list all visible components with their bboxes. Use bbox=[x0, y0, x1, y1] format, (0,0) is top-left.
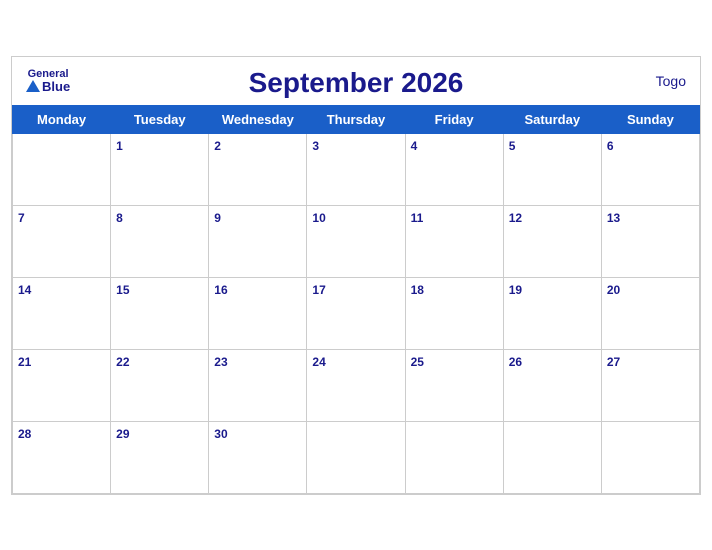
day-number: 20 bbox=[607, 283, 620, 297]
calendar-cell: 21 bbox=[13, 349, 111, 421]
day-number: 7 bbox=[18, 211, 25, 225]
calendar-cell: 13 bbox=[601, 205, 699, 277]
calendar-cell: 28 bbox=[13, 421, 111, 493]
calendar-cell: 7 bbox=[13, 205, 111, 277]
calendar-cell: 3 bbox=[307, 133, 405, 205]
calendar-cell: 26 bbox=[503, 349, 601, 421]
day-number: 22 bbox=[116, 355, 129, 369]
day-number: 12 bbox=[509, 211, 522, 225]
calendar-cell: 29 bbox=[111, 421, 209, 493]
calendar-body: 1234567891011121314151617181920212223242… bbox=[13, 133, 700, 493]
calendar-cell: 15 bbox=[111, 277, 209, 349]
calendar-cell: 14 bbox=[13, 277, 111, 349]
calendar-cell: 12 bbox=[503, 205, 601, 277]
day-number: 11 bbox=[411, 211, 424, 225]
day-number: 16 bbox=[214, 283, 227, 297]
calendar-week-row: 7 8 9 10 11 12 13 bbox=[13, 205, 700, 277]
calendar-cell: 16 bbox=[209, 277, 307, 349]
header-tuesday: Tuesday bbox=[111, 105, 209, 133]
day-headers-row: Monday Tuesday Wednesday Thursday Friday… bbox=[13, 105, 700, 133]
country-label: Togo bbox=[656, 73, 686, 89]
calendar-cell: 10 bbox=[307, 205, 405, 277]
calendar-cell: 17 bbox=[307, 277, 405, 349]
logo-blue-text: Blue bbox=[26, 80, 70, 93]
day-number: 27 bbox=[607, 355, 620, 369]
calendar-cell bbox=[601, 421, 699, 493]
calendar-cell: 30 bbox=[209, 421, 307, 493]
calendar-cell: 20 bbox=[601, 277, 699, 349]
day-number: 6 bbox=[607, 139, 614, 153]
day-number: 10 bbox=[312, 211, 325, 225]
calendar-cell: 24 bbox=[307, 349, 405, 421]
day-number: 29 bbox=[116, 427, 129, 441]
day-number: 23 bbox=[214, 355, 227, 369]
header-sunday: Sunday bbox=[601, 105, 699, 133]
header-wednesday: Wednesday bbox=[209, 105, 307, 133]
header-monday: Monday bbox=[13, 105, 111, 133]
day-number: 9 bbox=[214, 211, 221, 225]
day-number: 8 bbox=[116, 211, 123, 225]
day-number: 4 bbox=[411, 139, 418, 153]
day-number: 13 bbox=[607, 211, 620, 225]
day-number: 19 bbox=[509, 283, 522, 297]
day-number: 14 bbox=[18, 283, 31, 297]
day-number: 24 bbox=[312, 355, 325, 369]
logo-area: General Blue bbox=[26, 69, 70, 93]
logo-triangle-icon bbox=[26, 80, 40, 92]
calendar-cell: 6 bbox=[601, 133, 699, 205]
calendar-cell bbox=[503, 421, 601, 493]
calendar-grid: Monday Tuesday Wednesday Thursday Friday… bbox=[12, 105, 700, 494]
calendar-cell: 11 bbox=[405, 205, 503, 277]
calendar-cell: 8 bbox=[111, 205, 209, 277]
calendar-cell bbox=[13, 133, 111, 205]
calendar-week-row: 28 29 30 bbox=[13, 421, 700, 493]
day-number: 18 bbox=[411, 283, 424, 297]
header-saturday: Saturday bbox=[503, 105, 601, 133]
calendar-cell: 22 bbox=[111, 349, 209, 421]
day-number: 5 bbox=[509, 139, 516, 153]
day-number: 17 bbox=[312, 283, 325, 297]
calendar-cell bbox=[405, 421, 503, 493]
calendar-container: General Blue September 2026 Togo Monday … bbox=[11, 56, 701, 495]
calendar-week-row: 21 22 23 24 25 26 27 bbox=[13, 349, 700, 421]
calendar-cell: 4 bbox=[405, 133, 503, 205]
day-number: 1 bbox=[116, 139, 123, 153]
day-number: 25 bbox=[411, 355, 424, 369]
calendar-cell bbox=[307, 421, 405, 493]
header-thursday: Thursday bbox=[307, 105, 405, 133]
header-friday: Friday bbox=[405, 105, 503, 133]
calendar-cell: 2 bbox=[209, 133, 307, 205]
day-number: 15 bbox=[116, 283, 129, 297]
day-number: 26 bbox=[509, 355, 522, 369]
day-number: 3 bbox=[312, 139, 319, 153]
calendar-cell: 18 bbox=[405, 277, 503, 349]
day-number: 30 bbox=[214, 427, 227, 441]
calendar-cell: 27 bbox=[601, 349, 699, 421]
calendar-cell: 23 bbox=[209, 349, 307, 421]
calendar-title: September 2026 bbox=[249, 67, 464, 99]
calendar-header: General Blue September 2026 Togo bbox=[12, 57, 700, 105]
calendar-cell: 1 bbox=[111, 133, 209, 205]
calendar-cell: 25 bbox=[405, 349, 503, 421]
day-number: 21 bbox=[18, 355, 31, 369]
calendar-week-row: 14 15 16 17 18 19 20 bbox=[13, 277, 700, 349]
calendar-week-row: 1 2 3 4 5 6 bbox=[13, 133, 700, 205]
calendar-cell: 19 bbox=[503, 277, 601, 349]
day-number: 2 bbox=[214, 139, 221, 153]
day-number: 28 bbox=[18, 427, 31, 441]
calendar-cell: 9 bbox=[209, 205, 307, 277]
calendar-cell: 5 bbox=[503, 133, 601, 205]
